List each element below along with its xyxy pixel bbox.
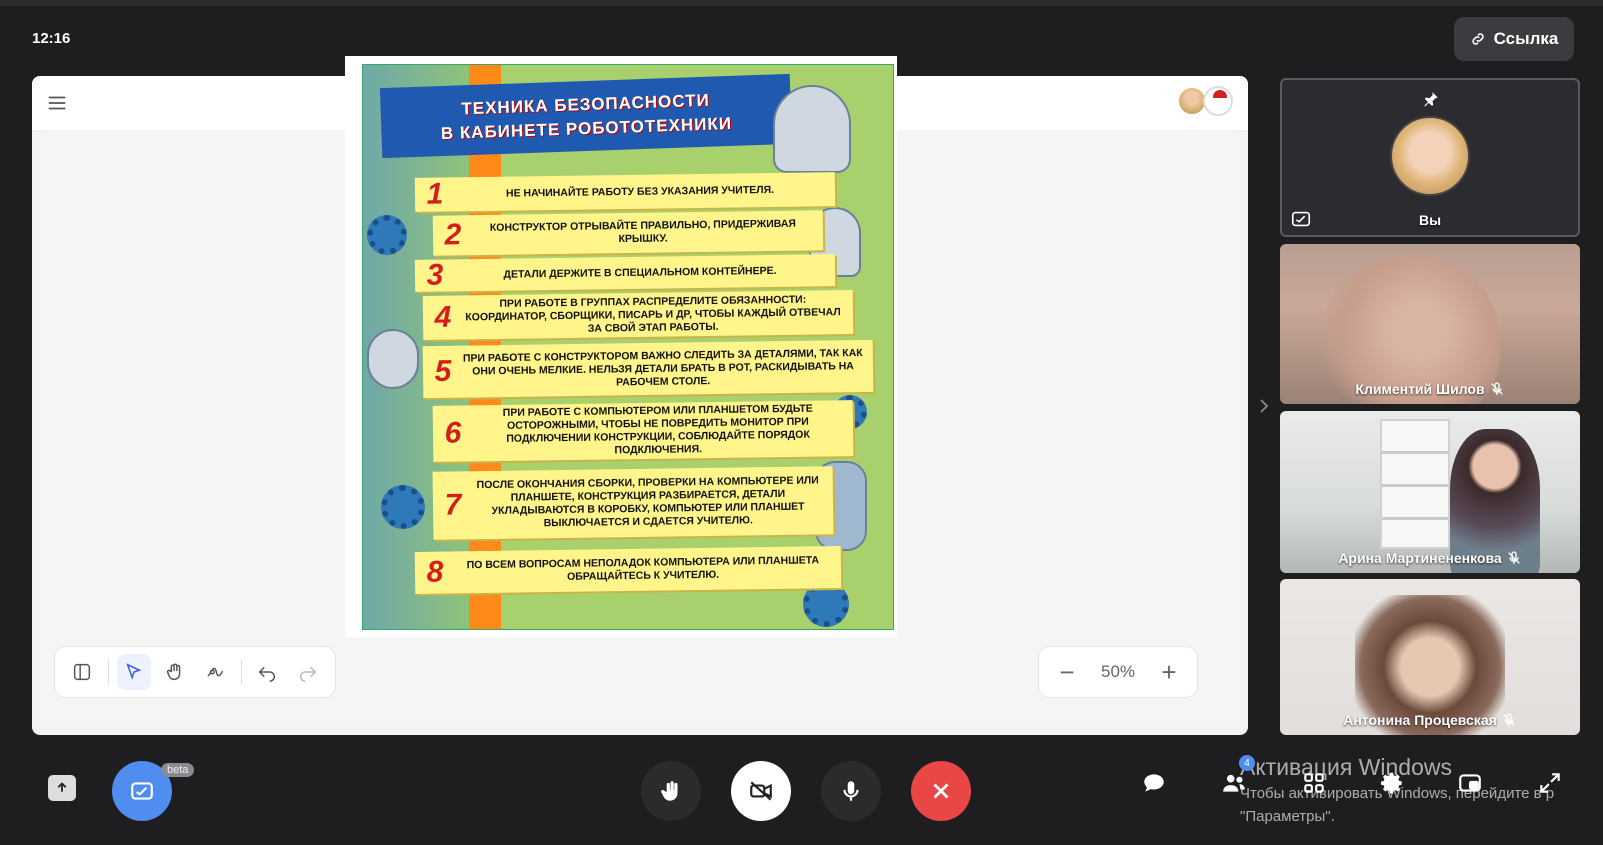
rule-number: 8: [426, 555, 444, 589]
copy-link-button[interactable]: Ссылка: [1454, 17, 1574, 61]
zoom-level: 50%: [1100, 662, 1136, 681]
top-strip: [0, 0, 1603, 6]
expand-icon: [1540, 773, 1560, 793]
participant-video: [1380, 419, 1450, 549]
microphone-icon: [843, 781, 859, 801]
rule-text: ПРИ РАБОТЕ С КОНСТРУКТОРОМ ВАЖНО СЛЕДИТЬ…: [462, 346, 863, 388]
gear-icon: [367, 215, 407, 255]
poster-title: ТЕХНИКА БЕЗОПАСНОСТИ В КАБИНЕТЕ РОБОТОТЕ…: [379, 73, 793, 159]
chat-button[interactable]: [1134, 763, 1174, 803]
participant-tile[interactable]: Арина Мартинененкова: [1280, 411, 1580, 573]
rule-item: 2 КОНСТРУКТОР ОТРЫВАЙТЕ ПРАВИЛЬНО, ПРИДЕ…: [432, 210, 824, 256]
rule-item: 3 ДЕТАЛИ ДЕРЖИТЕ В СПЕЦИАЛЬНОМ КОНТЕЙНЕР…: [414, 254, 836, 292]
board-participants: [1177, 86, 1233, 116]
laser-tool[interactable]: [198, 654, 233, 690]
rule-number: 7: [444, 488, 462, 522]
rule-text: ПОСЛЕ ОКОНЧАНИЯ СБОРКИ, ПРОВЕРКИ НА КОМП…: [476, 474, 819, 530]
microphone-button[interactable]: [821, 761, 881, 821]
chat-icon: [1144, 774, 1164, 792]
rule-item: 7 ПОСЛЕ ОКОНЧАНИЯ СБОРКИ, ПРОВЕРКИ НА КО…: [432, 466, 834, 540]
pin-icon[interactable]: [1422, 90, 1440, 108]
zoom-in-button[interactable]: +: [1157, 659, 1181, 685]
redo-icon: [299, 666, 316, 682]
rule-text: ПРИ РАБОТЕ В ГРУППАХ РАСПРЕДЕЛИТЕ ОБЯЗАН…: [465, 293, 841, 335]
mic-off-icon: [1490, 382, 1503, 395]
rule-item: 8 ПО ВСЕМ ВОПРОСАМ НЕПОЛАДОК КОМПЬЮТЕРА …: [414, 546, 842, 594]
rule-number: 1: [426, 177, 444, 211]
upload-icon: [57, 782, 67, 792]
picture-in-picture-button[interactable]: [1450, 763, 1490, 803]
participant-tile-self[interactable]: Вы: [1280, 78, 1580, 237]
rule-text: ДЕТАЛИ ДЕРЖИТЕ В СПЕЦИАЛЬНОМ КОНТЕЙНЕРЕ.: [503, 264, 777, 281]
hand-icon: [166, 663, 180, 681]
sidebar-panel-icon: [74, 663, 91, 681]
avatar: [1203, 86, 1233, 116]
avatar: [1390, 116, 1470, 196]
mic-off-icon: [1507, 551, 1520, 564]
users-icon: [1223, 774, 1245, 792]
participant-name: Климентий Шилов: [1280, 381, 1580, 397]
share-screen-button[interactable]: [48, 775, 76, 801]
robot-illustration: [367, 329, 419, 389]
gear-icon: [381, 485, 425, 529]
rule-number: 2: [444, 218, 462, 252]
rule-text: ПРИ РАБОТЕ С КОМПЬЮТЕРОМ ИЛИ ПЛАНШЕТОМ Б…: [502, 402, 813, 457]
pan-tool[interactable]: [157, 654, 192, 690]
zoom-out-button[interactable]: −: [1055, 659, 1079, 685]
rule-number: 4: [434, 300, 452, 334]
rule-number: 3: [426, 258, 444, 292]
pip-icon: [1459, 774, 1481, 792]
rule-number: 5: [434, 354, 452, 388]
participant-name: Арина Мартинененкова: [1280, 550, 1580, 566]
menu-icon[interactable]: [46, 92, 68, 114]
grid-layout-icon: [1304, 773, 1324, 793]
divider: [240, 659, 242, 685]
canvas-tools: [54, 646, 336, 698]
safety-poster[interactable]: ТЕХНИКА БЕЗОПАСНОСТИ В КАБИНЕТЕ РОБОТОТЕ…: [362, 64, 894, 630]
laser-pointer-icon: [207, 667, 224, 677]
rule-item: 1 НЕ НАЧИНАЙТЕ РАБОТУ БЕЗ УКАЗАНИЯ УЧИТЕ…: [414, 172, 836, 212]
whiteboard-icon: [131, 782, 153, 800]
participants-count-badge: 4: [1239, 755, 1255, 771]
toggle-panel-button[interactable]: [65, 654, 100, 690]
layout-button[interactable]: [1294, 763, 1334, 803]
divider: [107, 659, 109, 685]
camera-toggle-button[interactable]: [731, 761, 791, 821]
rule-text: ПО ВСЕМ ВОПРОСАМ НЕПОЛАДОК КОМПЬЮТЕРА ИЛ…: [466, 554, 820, 583]
rule-text: НЕ НАЧИНАЙТЕ РАБОТУ БЕЗ УКАЗАНИЯ УЧИТЕЛЯ…: [505, 183, 775, 200]
close-icon: [933, 783, 949, 799]
settings-button[interactable]: [1372, 763, 1412, 803]
mic-off-icon: [1502, 713, 1515, 726]
raise-hand-button[interactable]: [641, 761, 701, 821]
participant-name: Вы: [1418, 212, 1442, 228]
beta-badge: beta: [161, 763, 195, 777]
rule-item: 6 ПРИ РАБОТЕ С КОМПЬЮТЕРОМ ИЛИ ПЛАНШЕТОМ…: [432, 400, 854, 462]
call-controls: beta Активация Windows Чтобы активироват…: [0, 745, 1603, 845]
rule-text: КОНСТРУКТОР ОТРЫВАЙТЕ ПРАВИЛЬНО, ПРИДЕРЖ…: [489, 217, 797, 246]
undo-button[interactable]: [250, 654, 285, 690]
rule-item: 5 ПРИ РАБОТЕ С КОНСТРУКТОРОМ ВАЖНО СЛЕДИ…: [422, 339, 874, 399]
participant-name: Антонина Процевская: [1280, 712, 1580, 728]
windows-activation-text: "Параметры".: [1240, 808, 1335, 825]
gear-icon: [1381, 772, 1402, 794]
robot-illustration: [773, 85, 851, 173]
rule-item: 4 ПРИ РАБОТЕ В ГРУППАХ РАСПРЕДЕЛИТЕ ОБЯЗ…: [422, 290, 854, 340]
zoom-control: − 50% +: [1038, 646, 1198, 698]
camera-off-icon: [750, 781, 772, 801]
participant-tile[interactable]: Климентий Шилов: [1280, 244, 1580, 404]
cursor-icon: [126, 663, 142, 680]
undo-icon: [258, 666, 275, 682]
fullscreen-button[interactable]: [1530, 763, 1570, 803]
participant-tile[interactable]: Антонина Процевская: [1280, 579, 1580, 735]
hand-icon: [661, 781, 678, 801]
redo-button[interactable]: [290, 654, 325, 690]
link-icon: [1471, 33, 1484, 45]
clock: 12:16: [32, 30, 71, 47]
end-call-button[interactable]: [911, 761, 971, 821]
chevron-right-icon[interactable]: [1258, 396, 1270, 416]
rule-number: 6: [444, 416, 462, 450]
select-tool[interactable]: [116, 654, 152, 690]
windows-activation-title: Активация Windows: [1240, 754, 1452, 780]
copy-link-label: Ссылка: [1493, 29, 1559, 48]
